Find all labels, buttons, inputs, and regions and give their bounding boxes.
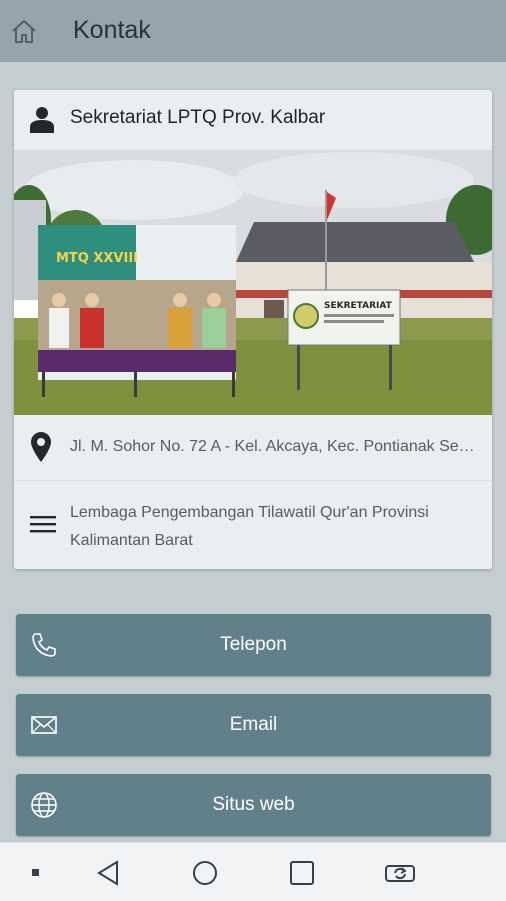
contact-card: Sekretariat LPTQ Prov. Kalbar MTQ XXVIII — [14, 90, 492, 569]
email-label: Email — [229, 714, 278, 735]
menu-lines-icon — [30, 516, 56, 533]
billboard-title: MTQ XXVIII — [56, 251, 138, 266]
address-text: Jl. M. Sohor No. 72 A - Kel. Akcaya, Kec… — [70, 438, 478, 455]
description-row: Lembaga Pengembangan Tilawatil Qur'an Pr… — [14, 481, 492, 569]
dot-icon[interactable] — [31, 859, 41, 887]
system-nav-bar — [0, 842, 506, 901]
contact-name: Sekretariat LPTQ Prov. Kalbar — [70, 107, 326, 128]
person-icon — [30, 107, 54, 133]
back-icon[interactable] — [96, 859, 120, 887]
address-row[interactable]: Jl. M. Sohor No. 72 A - Kel. Akcaya, Kec… — [14, 415, 492, 481]
page-title: Kontak — [73, 16, 151, 44]
app-bar: Kontak — [0, 0, 506, 62]
telepon-button[interactable]: Telepon — [16, 614, 491, 676]
description-text: Lembaga Pengembangan Tilawatil Qur'an Pr… — [70, 504, 429, 549]
email-button[interactable]: Email — [16, 694, 491, 756]
location-pin-icon — [31, 432, 51, 462]
location-photo: MTQ XXVIII SEKRETARIAT — [14, 150, 492, 415]
contact-header: Sekretariat LPTQ Prov. Kalbar — [14, 90, 492, 150]
situs-web-label: Situs web — [212, 794, 295, 815]
situs-web-button[interactable]: Situs web — [16, 774, 491, 836]
home-icon[interactable] — [11, 18, 37, 44]
rotate-icon[interactable] — [384, 859, 416, 887]
recents-icon[interactable] — [289, 859, 315, 887]
home-circle-icon[interactable] — [191, 859, 219, 887]
sign-title: SEKRETARIAT — [324, 301, 393, 311]
telepon-label: Telepon — [220, 634, 287, 655]
